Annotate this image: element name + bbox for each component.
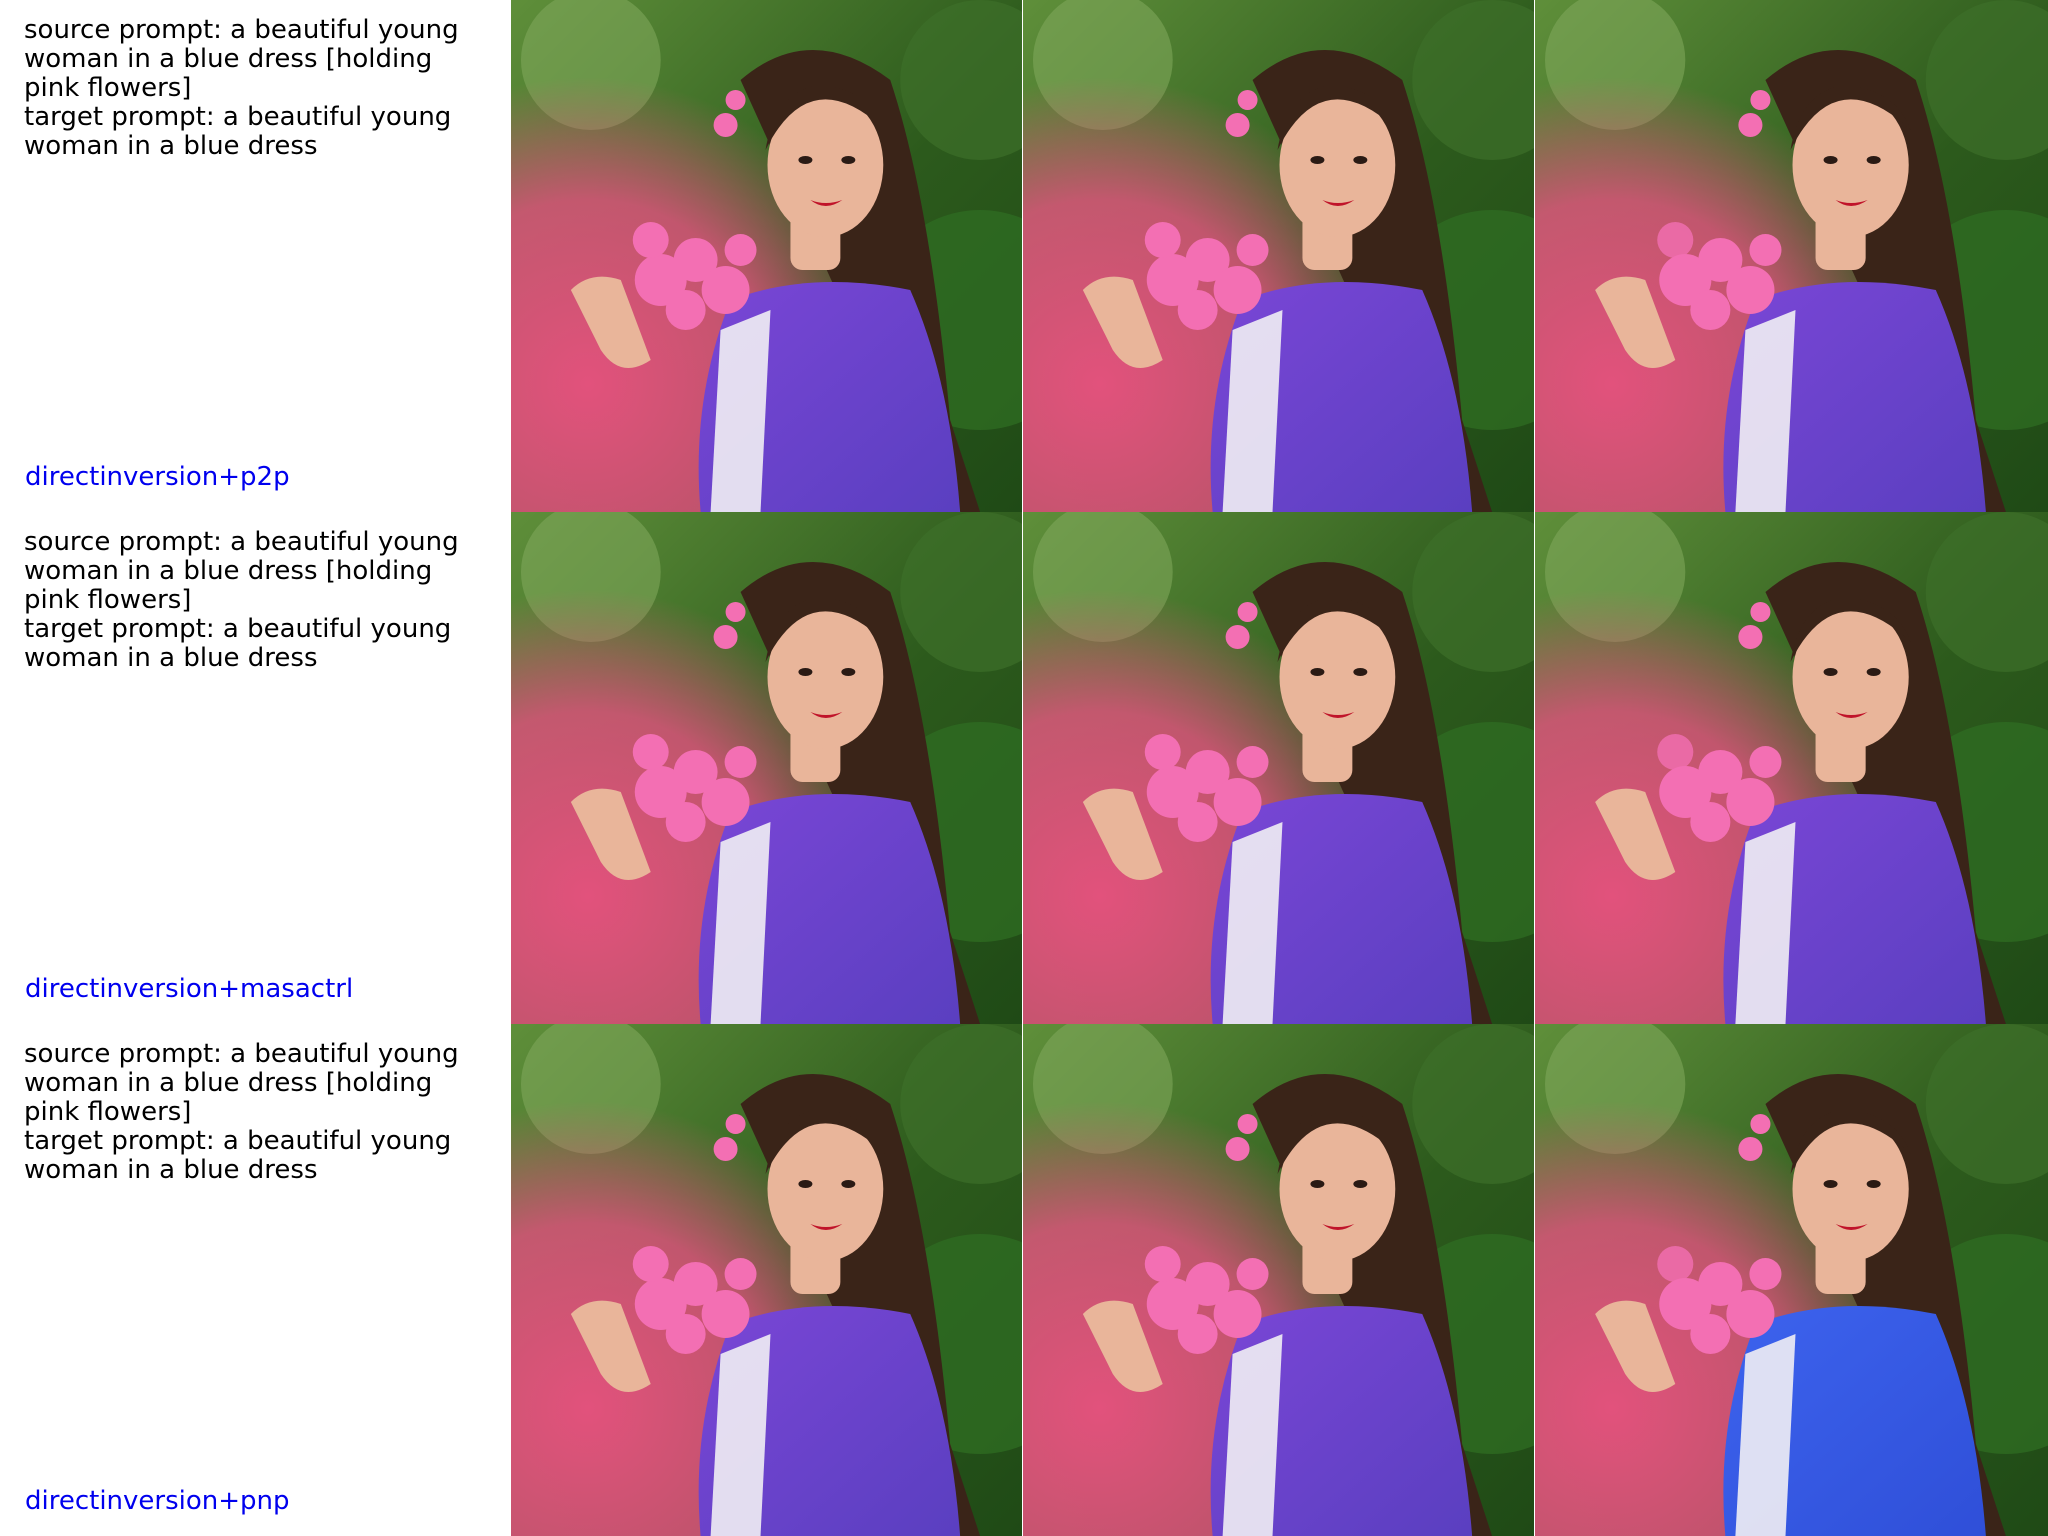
method-label: directinversion+masactrl	[25, 974, 354, 1004]
target-prompt-text: target prompt: a beautiful young woman i…	[24, 1126, 452, 1185]
source-image	[511, 0, 1022, 512]
woman-photo-icon	[1535, 0, 2048, 512]
method-label: directinversion+p2p	[25, 462, 290, 492]
source-prompt-text: source prompt: a beautiful young woman i…	[24, 15, 459, 103]
source-prompt-text: source prompt: a beautiful young woman i…	[24, 527, 459, 615]
comparison-row: source prompt: a beautiful young woman i…	[0, 512, 2048, 1024]
comparison-row: source prompt: a beautiful young woman i…	[0, 1024, 2048, 1536]
prompt-panel: source prompt: a beautiful young woman i…	[0, 512, 511, 1024]
woman-photo-icon	[1023, 1024, 1534, 1536]
edited-image	[1535, 1024, 2048, 1536]
method-label: directinversion+pnp	[25, 1486, 290, 1516]
reconstruction-image	[1023, 0, 1534, 512]
target-prompt-text: target prompt: a beautiful young woman i…	[24, 614, 452, 673]
woman-photo-icon	[1023, 512, 1534, 1024]
woman-photo-icon	[511, 0, 1022, 512]
woman-photo-icon	[1023, 0, 1534, 512]
comparison-row: source prompt: a beautiful young woman i…	[0, 0, 2048, 512]
target-prompt-text: target prompt: a beautiful young woman i…	[24, 102, 452, 161]
edited-image	[1535, 0, 2048, 512]
source-prompt-text: source prompt: a beautiful young woman i…	[24, 1039, 459, 1127]
woman-photo-icon	[1535, 512, 2048, 1024]
reconstruction-image	[1023, 512, 1534, 1024]
source-image	[511, 512, 1022, 1024]
prompt-panel: source prompt: a beautiful young woman i…	[0, 1024, 511, 1536]
woman-photo-icon	[511, 1024, 1022, 1536]
woman-photo-icon	[1535, 1024, 2048, 1536]
edited-image	[1535, 512, 2048, 1024]
prompt-panel: source prompt: a beautiful young woman i…	[0, 0, 511, 512]
reconstruction-image	[1023, 1024, 1534, 1536]
woman-photo-icon	[511, 512, 1022, 1024]
source-image	[511, 1024, 1022, 1536]
